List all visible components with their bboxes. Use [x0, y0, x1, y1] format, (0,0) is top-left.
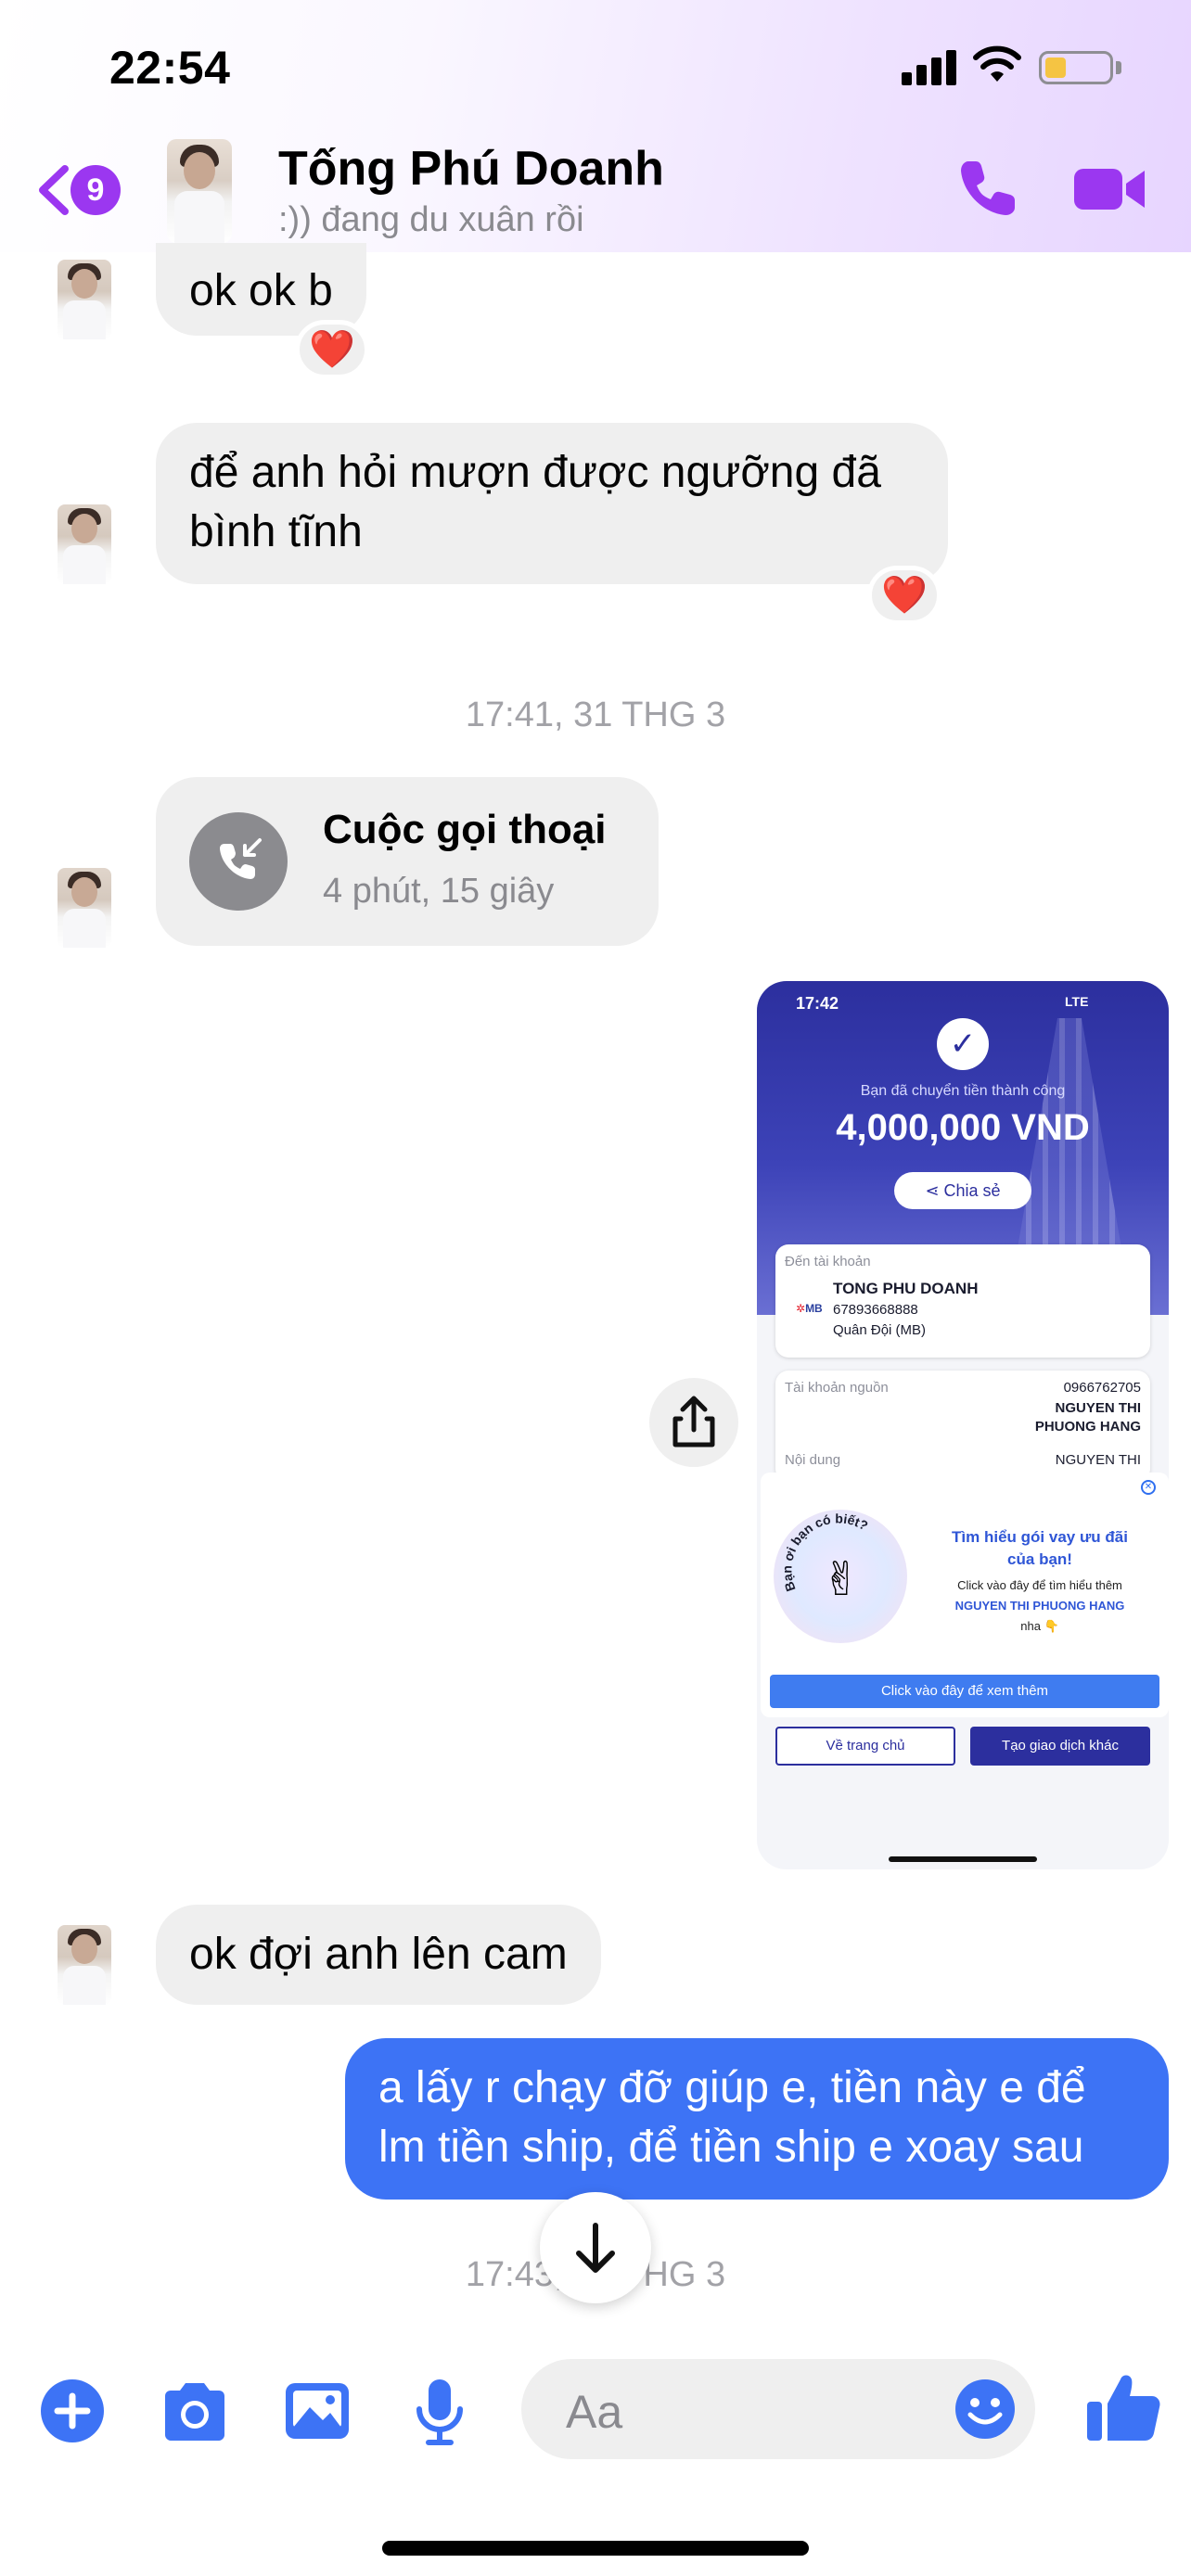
photo-gallery-icon[interactable]: [280, 2374, 354, 2448]
message-input-placeholder: Aa: [566, 2386, 623, 2438]
video-camera-icon[interactable]: [1072, 161, 1146, 217]
promo-view-more-button[interactable]: Click vào đây để xem thêm: [770, 1675, 1159, 1708]
promo-line: nha 👇: [1020, 1619, 1059, 1633]
promo-line: NGUYEN THI PHUONG HANG: [954, 1599, 1125, 1613]
content-value: NGUYEN THI: [1055, 1452, 1141, 1468]
share-button[interactable]: [649, 1378, 738, 1467]
incoming-message[interactable]: ok đợi anh lên cam: [156, 1905, 601, 2005]
scroll-to-bottom-button[interactable]: [540, 2192, 651, 2303]
screenshot-time: 17:42: [796, 994, 839, 1013]
sender-avatar[interactable]: [58, 868, 111, 948]
source-account-label: Tài khoản nguồn: [785, 1380, 889, 1396]
message-text-line: bình tĩnh: [189, 507, 363, 556]
promo-title: Tìm hiểu gói vay ưu đãi của bạn!: [952, 1528, 1128, 1568]
thumbs-up-icon[interactable]: [1083, 2366, 1163, 2446]
status-time: 22:54: [109, 42, 231, 94]
home-page-button: Về trang chủ: [775, 1727, 955, 1766]
content-label: Nội dung: [785, 1452, 841, 1468]
message-text-line: để anh hỏi mượn được ngưỡng đã: [189, 448, 881, 497]
sender-avatar[interactable]: [58, 260, 111, 339]
microphone-icon[interactable]: [403, 2374, 477, 2448]
screenshot-home-indicator: [889, 1856, 1037, 1862]
wifi-icon: [973, 45, 1021, 82]
checkmark-icon: ✓: [937, 1018, 989, 1070]
unread-count-badge: 9: [70, 165, 121, 215]
contact-name[interactable]: Tống Phú Doanh: [278, 141, 664, 197]
screenshot-network: LTE: [1065, 994, 1089, 1009]
battery-icon: [1039, 51, 1113, 84]
outgoing-message[interactable]: a lấy r chạy đỡ giúp e, tiền này e để lm…: [345, 2038, 1169, 2200]
recipient-name: TONG PHU DOANH: [833, 1280, 979, 1297]
heart-reaction-icon[interactable]: ❤️: [295, 320, 369, 379]
call-duration: 4 phút, 15 giây: [323, 872, 555, 911]
message-text-line: a lấy r chạy đỡ giúp e, tiền này e để: [378, 2063, 1086, 2112]
source-name-line1: NGUYEN THI: [1055, 1400, 1141, 1416]
message-input[interactable]: Aa: [521, 2359, 1035, 2459]
battery-tip: [1116, 61, 1121, 74]
share-icon: [672, 1396, 715, 1447]
shared-transfer-screenshot[interactable]: 17:42 LTE ✓ Bạn đã chuyển tiền thành côn…: [757, 981, 1169, 1869]
back-button[interactable]: 9: [33, 158, 135, 223]
recipient-account-number: 67893668888: [833, 1302, 918, 1318]
home-indicator: [382, 2541, 809, 2556]
to-account-label: Đến tài khoản: [785, 1254, 871, 1269]
loan-promo-popup[interactable]: ✕ Bạn ơi bạn có biết? ✌ Tìm hiểu gói vay…: [761, 1473, 1169, 1717]
close-icon[interactable]: ✕: [1141, 1480, 1156, 1495]
screenshot-share-label: ⋖ Chia sẻ: [894, 1172, 1031, 1209]
source-account-number: 0966762705: [1063, 1380, 1141, 1396]
transfer-success-text: Bạn đã chuyển tiền thành công: [860, 1083, 1066, 1099]
incoming-call-icon: [189, 812, 288, 911]
message-text: ok ok b: [189, 266, 333, 315]
voice-call-card[interactable]: Cuộc gọi thoại 4 phút, 15 giây: [156, 777, 659, 946]
message-text: ok đợi anh lên cam: [189, 1930, 568, 1979]
mb-bank-logo: ✲MB: [796, 1302, 823, 1315]
promo-line: Click vào đây để tìm hiểu thêm: [957, 1578, 1122, 1592]
contact-avatar[interactable]: [167, 139, 232, 243]
contact-status: :)) đang du xuân rồi: [278, 200, 584, 239]
phone-icon[interactable]: [955, 156, 1020, 221]
source-card: Tài khoản nguồn 0966762705 NGUYEN THI PH…: [775, 1371, 1150, 1482]
camera-icon[interactable]: [158, 2374, 232, 2448]
sender-avatar[interactable]: [58, 1925, 111, 2005]
transfer-amount: 4,000,000 VND: [836, 1107, 1090, 1148]
promo-badge: Bạn ơi bạn có biết? ✌: [774, 1510, 907, 1643]
recipient-card: Đến tài khoản ✲MB TONG PHU DOANH 6789366…: [775, 1244, 1150, 1358]
incoming-message[interactable]: để anh hỏi mượn được ngưỡng đã bình tĩnh: [156, 423, 948, 584]
heart-reaction-icon[interactable]: ❤️: [867, 566, 941, 625]
sender-avatar[interactable]: [58, 504, 111, 584]
arrow-down-icon: [576, 2223, 615, 2273]
victory-hand-icon: ✌: [822, 1553, 861, 1605]
cellular-signal-icon: [902, 48, 959, 85]
message-timestamp: 17:41, 31 THG 3: [465, 695, 726, 734]
recipient-bank: Quân Đội (MB): [833, 1322, 927, 1338]
emoji-icon[interactable]: [952, 2376, 1018, 2442]
call-title: Cuộc gọi thoại: [323, 807, 607, 852]
source-name-line2: PHUONG HANG: [1034, 1419, 1141, 1435]
new-transaction-button: Tạo giao dịch khác: [970, 1727, 1150, 1766]
conversation-header: 22:54 9 Tống Phú Doanh :)) đang du xuân …: [0, 0, 1191, 252]
plus-icon[interactable]: [35, 2374, 109, 2448]
message-text-line: lm tiền ship, để tiền ship e xoay sau: [378, 2123, 1084, 2172]
